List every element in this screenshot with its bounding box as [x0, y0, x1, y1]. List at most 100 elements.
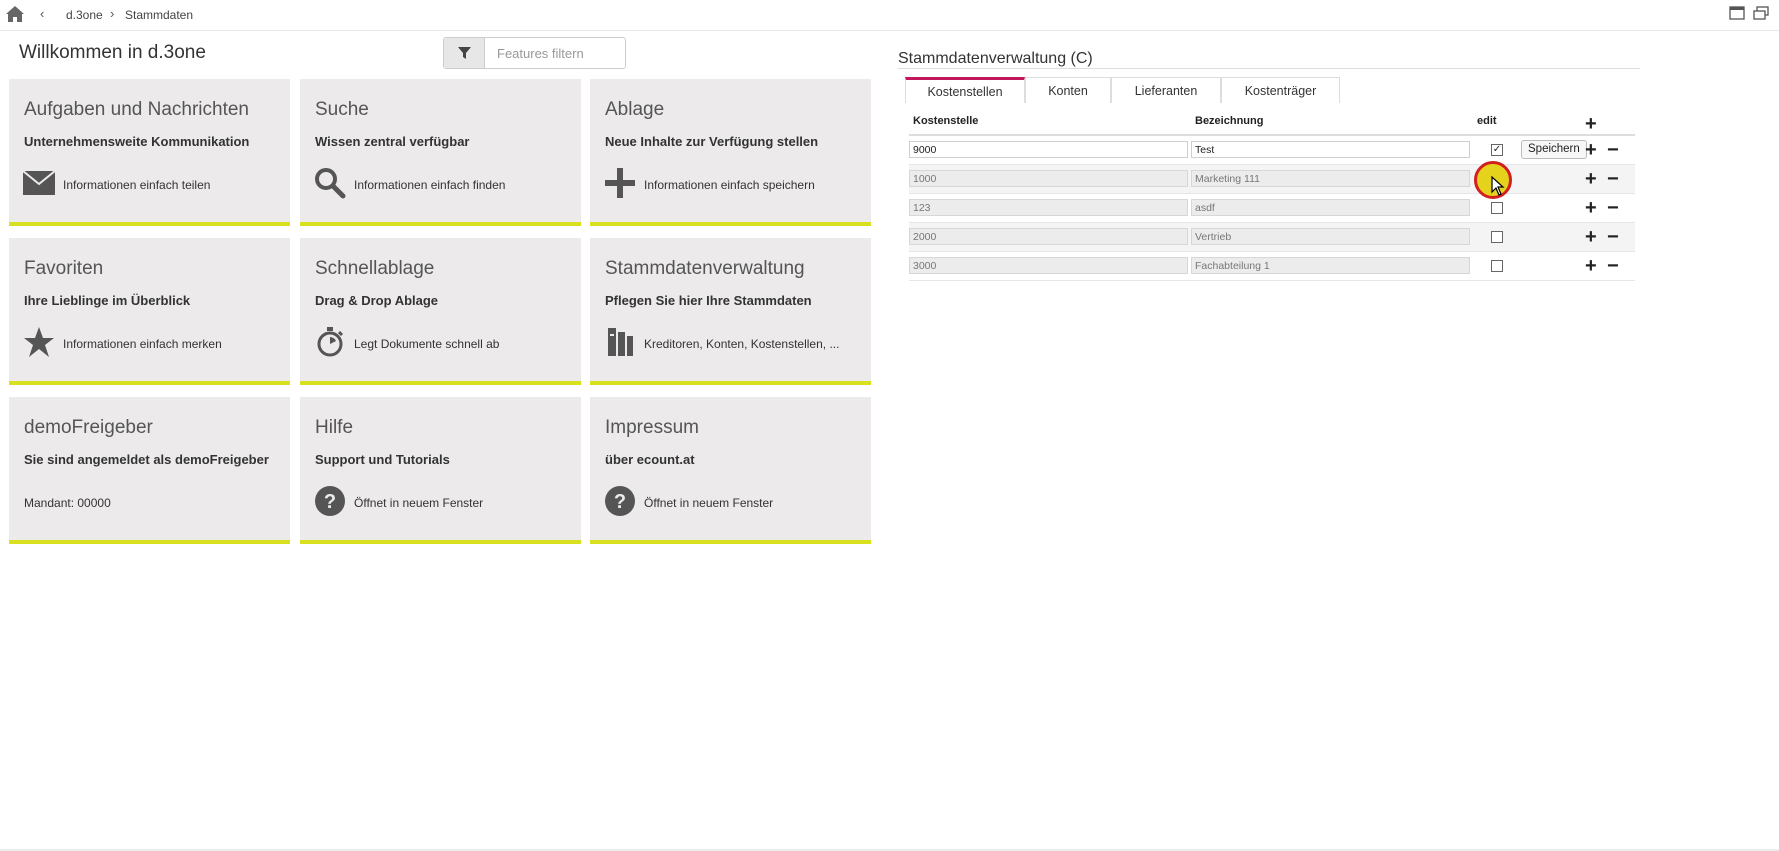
filter-button[interactable]	[444, 38, 485, 68]
table-row: 3000 Fachabteilung 1 + −	[909, 252, 1635, 281]
bezeichnung-field: Vertrieb	[1191, 228, 1470, 245]
question-icon: ?	[314, 485, 346, 517]
breadcrumb-item-stammdaten: Stammdaten	[125, 8, 194, 22]
tile-title: Suche	[315, 99, 369, 120]
tile-title: Stammdatenverwaltung	[605, 258, 805, 279]
tile-text: Informationen einfach teilen	[63, 178, 211, 192]
table-row: 9000 Test ✓ Speichern + −	[909, 136, 1635, 165]
column-header-kostenstelle: Kostenstelle	[913, 115, 979, 127]
table-row: 2000 Vertrieb + −	[909, 223, 1635, 252]
edit-checkbox[interactable]	[1491, 260, 1503, 272]
tile-title: Ablage	[605, 99, 665, 120]
insert-row-button[interactable]: +	[1585, 256, 1597, 276]
tile-impressum[interactable]: Impressum über ecount.at ? Öffnet in neu…	[590, 397, 871, 544]
top-bar: ‹ d.3one › Stammdaten	[0, 0, 1779, 31]
delete-row-button[interactable]: −	[1607, 140, 1619, 160]
svg-text:?: ?	[614, 491, 626, 513]
star-icon	[23, 326, 55, 358]
insert-row-button[interactable]: +	[1585, 140, 1597, 160]
maximize-icon[interactable]	[1729, 6, 1745, 20]
tile-text: Informationen einfach finden	[354, 178, 506, 192]
bezeichnung-field[interactable]: Test	[1191, 141, 1470, 158]
tile-text: Öffnet in neuem Fenster	[354, 496, 484, 510]
tile-subtitle: Support und Tutorials	[315, 452, 450, 467]
breadcrumb-separator: ›	[110, 6, 115, 21]
tile-demofreigeber[interactable]: demoFreigeber Sie sind angemeldet als de…	[9, 397, 290, 544]
column-header-edit: edit	[1477, 115, 1497, 127]
bezeichnung-field: Marketing 111	[1191, 170, 1470, 187]
delete-row-button[interactable]: −	[1607, 227, 1619, 247]
table-row: 1000 Marketing 111 + −	[909, 165, 1635, 194]
kostenstelle-field: 1000	[909, 170, 1188, 187]
tile-title: Favoriten	[24, 258, 104, 279]
tile-text: Informationen einfach merken	[63, 337, 222, 351]
tile-title: Hilfe	[315, 417, 354, 438]
tile-subtitle: Wissen zentral verfügbar	[315, 134, 470, 149]
stopwatch-icon	[314, 326, 346, 358]
tile-text: Mandant: 00000	[24, 496, 111, 510]
table-row: 123 asdf + −	[909, 194, 1635, 223]
tile-aufgaben[interactable]: Aufgaben und Nachrichten Unternehmenswei…	[9, 79, 290, 226]
back-button[interactable]: ‹	[40, 6, 44, 21]
svg-text:?: ?	[324, 491, 336, 513]
bezeichnung-field: Fachabteilung 1	[1191, 257, 1470, 274]
tile-text: Informationen einfach speichern	[644, 178, 815, 192]
question-icon: ?	[604, 485, 636, 517]
breadcrumb-item-d3one[interactable]: d.3one	[66, 8, 103, 22]
insert-row-button[interactable]: +	[1585, 227, 1597, 247]
panel-title: Stammdatenverwaltung (C)	[898, 50, 1093, 67]
tile-favoriten[interactable]: Favoriten Ihre Lieblinge im Überblick In…	[9, 238, 290, 385]
tile-title: Schnellablage	[315, 258, 435, 279]
tile-subtitle: Neue Inhalte zur Verfügung stellen	[605, 134, 819, 149]
delete-row-button[interactable]: −	[1607, 169, 1619, 189]
tile-text: Legt Dokumente schnell ab	[354, 337, 500, 351]
window-controls	[1729, 6, 1769, 20]
tile-text: Öffnet in neuem Fenster	[644, 496, 774, 510]
tile-stammdatenverwaltung[interactable]: Stammdatenverwaltung Pflegen Sie hier Ih…	[590, 238, 871, 385]
tab-konten[interactable]: Konten	[1025, 77, 1111, 103]
tab-bar: Kostenstellen Konten Lieferanten Kostent…	[905, 77, 1340, 104]
panel-divider	[898, 68, 1640, 69]
tab-kostentraeger[interactable]: Kostenträger	[1221, 77, 1340, 103]
mouse-cursor-icon	[1491, 176, 1505, 196]
kostenstelle-field[interactable]: 9000	[909, 141, 1188, 158]
page-title: Willkommen in d.3one	[19, 42, 206, 63]
insert-row-button[interactable]: +	[1585, 169, 1597, 189]
tile-subtitle: Ihre Lieblinge im Überblick	[24, 293, 191, 308]
tile-subtitle: Unternehmensweite Kommunikation	[24, 134, 250, 149]
edit-checkbox[interactable]: ✓	[1491, 144, 1503, 156]
home-icon[interactable]	[5, 5, 25, 23]
add-row-button[interactable]: +	[1585, 114, 1597, 134]
tile-ablage[interactable]: Ablage Neue Inhalte zur Verfügung stelle…	[590, 79, 871, 226]
filter-icon	[457, 46, 471, 59]
tile-subtitle: Sie sind angemeldet als demoFreigeber	[24, 452, 269, 467]
save-button[interactable]: Speichern	[1521, 140, 1587, 159]
tile-text: Kreditoren, Konten, Kostenstellen, ...	[644, 337, 840, 351]
tile-title: Aufgaben und Nachrichten	[24, 99, 249, 120]
search-icon	[314, 167, 346, 199]
kostenstellen-table: Kostenstelle Bezeichnung edit + 9000 Tes…	[905, 103, 1635, 283]
tile-hilfe[interactable]: Hilfe Support und Tutorials ? Öffnet in …	[300, 397, 581, 544]
edit-checkbox[interactable]	[1491, 202, 1503, 214]
insert-row-button[interactable]: +	[1585, 198, 1597, 218]
tile-subtitle: über ecount.at	[605, 452, 695, 467]
tab-kostenstellen[interactable]: Kostenstellen	[905, 77, 1025, 103]
delete-row-button[interactable]: −	[1607, 256, 1619, 276]
tile-suche[interactable]: Suche Wissen zentral verfügbar Informati…	[300, 79, 581, 226]
tile-subtitle: Pflegen Sie hier Ihre Stammdaten	[605, 293, 812, 308]
tile-subtitle: Drag & Drop Ablage	[315, 293, 439, 308]
books-icon	[604, 326, 636, 358]
delete-row-button[interactable]: −	[1607, 198, 1619, 218]
column-header-bezeichnung: Bezeichnung	[1195, 115, 1264, 127]
bezeichnung-field: asdf	[1191, 199, 1470, 216]
filter-input[interactable]	[485, 38, 619, 68]
plus-icon	[604, 167, 636, 199]
tile-schnellablage[interactable]: Schnellablage Drag & Drop Ablage Legt Do…	[300, 238, 581, 385]
envelope-icon	[23, 167, 55, 199]
kostenstelle-field: 2000	[909, 228, 1188, 245]
tab-lieferanten[interactable]: Lieferanten	[1111, 77, 1221, 103]
kostenstelle-field: 3000	[909, 257, 1188, 274]
edit-checkbox[interactable]	[1491, 231, 1503, 243]
feature-filter	[443, 37, 626, 69]
restore-icon[interactable]	[1753, 6, 1769, 20]
